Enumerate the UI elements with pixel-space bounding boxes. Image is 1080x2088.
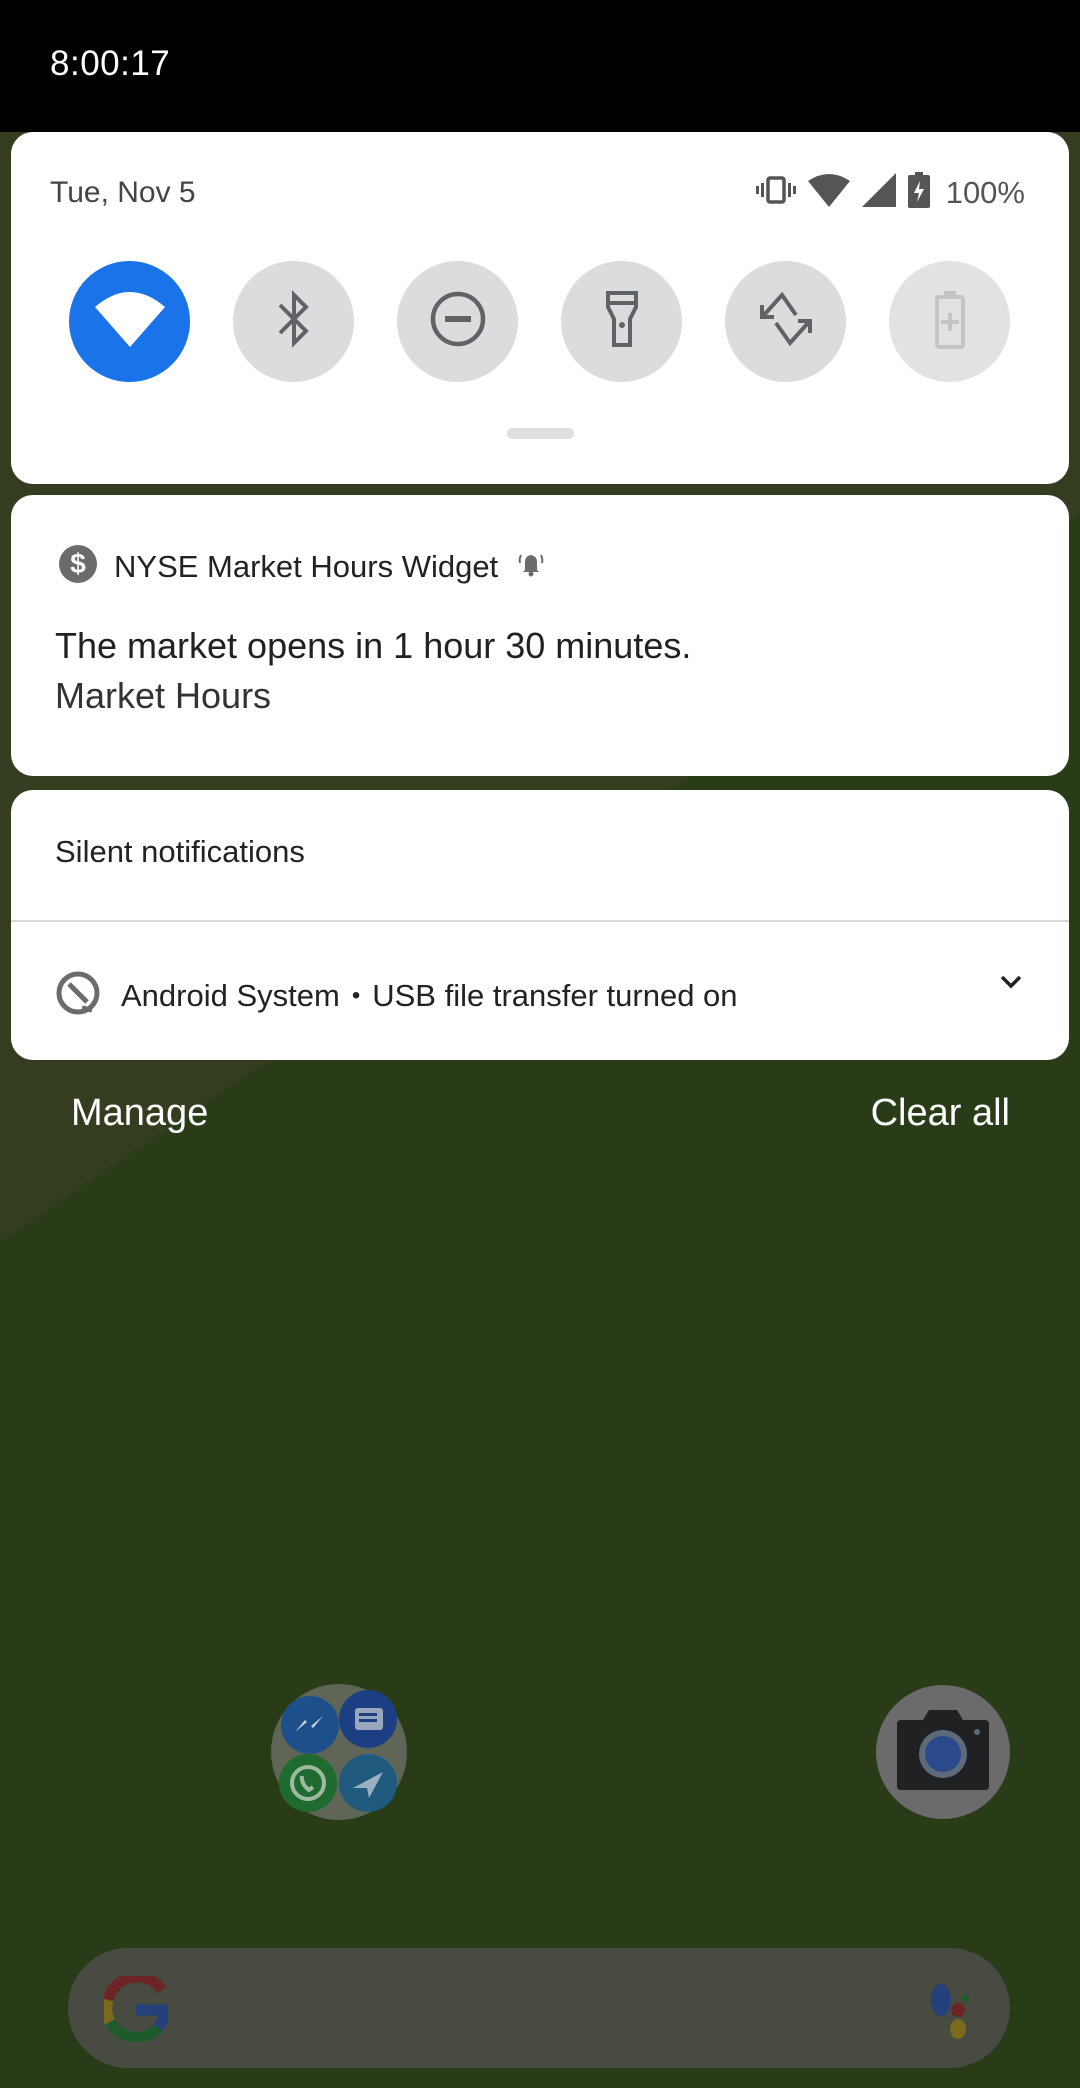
system-status-icons: 100% xyxy=(755,172,1025,213)
notification-app-name: NYSE Market Hours Widget xyxy=(114,548,499,584)
wifi-icon xyxy=(94,291,165,352)
notification-header: $ NYSE Market Hours Widget xyxy=(59,545,545,588)
battery-percent: 100% xyxy=(945,174,1025,210)
notification-app-name: Android System xyxy=(121,977,340,1013)
section-divider xyxy=(11,920,1069,922)
quick-settings-panel: Tue, Nov 5 100% xyxy=(11,132,1069,484)
tile-battery-saver[interactable] xyxy=(889,261,1010,382)
date-label[interactable]: Tue, Nov 5 xyxy=(50,176,196,210)
app-folder[interactable] xyxy=(271,1684,407,1820)
do-not-disturb-icon xyxy=(429,290,487,353)
notification-text: USB file transfer turned on xyxy=(372,977,738,1013)
messages-icon xyxy=(339,1690,397,1748)
notification-row[interactable]: Android System • USB file transfer turne… xyxy=(55,970,1035,1021)
camera-icon xyxy=(897,1709,989,1795)
silent-notifications-card: Silent notifications Android System • US… xyxy=(11,790,1069,1060)
tile-do-not-disturb[interactable] xyxy=(397,261,518,382)
android-q-icon xyxy=(55,970,101,1021)
expand-handle[interactable] xyxy=(507,428,574,439)
battery-charging-icon xyxy=(907,172,930,213)
bell-icon xyxy=(517,551,545,582)
messenger-icon xyxy=(281,1696,339,1754)
assistant-icon[interactable] xyxy=(930,1984,970,2045)
chevron-down-icon[interactable] xyxy=(999,974,1023,995)
google-g-icon xyxy=(101,1971,170,2047)
telegram-icon xyxy=(339,1754,397,1812)
silent-section-header: Silent notifications xyxy=(55,834,305,869)
battery-saver-icon xyxy=(933,289,967,354)
flashlight-icon xyxy=(604,289,640,354)
cell-signal-icon xyxy=(861,173,896,212)
bluetooth-icon xyxy=(274,289,314,354)
notification-card[interactable]: $ NYSE Market Hours Widget The market op… xyxy=(11,495,1069,776)
manage-button[interactable]: Manage xyxy=(71,1092,208,1135)
notification-text: Market Hours xyxy=(55,675,272,716)
wifi-signal-icon xyxy=(807,173,850,212)
clock: 8:00:17 xyxy=(50,44,171,83)
vibrate-icon xyxy=(755,175,796,210)
notification-title: The market opens in 1 hour 30 minutes. xyxy=(55,625,692,666)
svg-text:$: $ xyxy=(70,548,86,579)
camera-app[interactable] xyxy=(876,1685,1010,1819)
dollar-icon: $ xyxy=(59,545,97,588)
clear-all-button[interactable]: Clear all xyxy=(871,1092,1010,1135)
tile-wifi[interactable] xyxy=(69,261,190,382)
status-bar: 8:00:17 xyxy=(0,0,1080,132)
whatsapp-icon xyxy=(279,1754,337,1812)
tile-auto-rotate[interactable] xyxy=(725,261,846,382)
separator-dot: • xyxy=(351,981,361,1009)
auto-rotate-icon xyxy=(756,289,816,354)
google-search-bar[interactable] xyxy=(68,1948,1010,2068)
tile-flashlight[interactable] xyxy=(561,261,682,382)
tile-bluetooth[interactable] xyxy=(233,261,354,382)
quick-tiles xyxy=(69,261,1010,382)
